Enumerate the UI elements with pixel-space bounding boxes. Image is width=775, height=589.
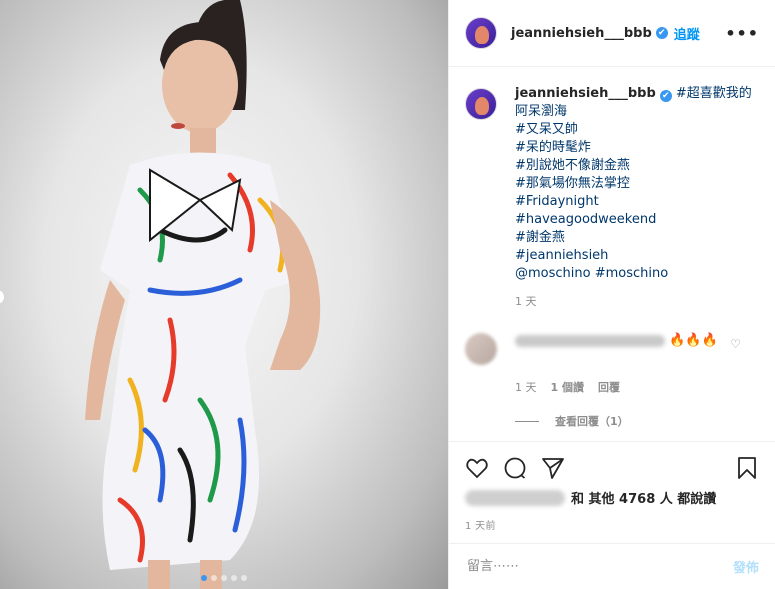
carousel-dot xyxy=(221,575,227,581)
view-replies-label: 查看回覆（1） xyxy=(555,415,629,428)
comment-text: 🔥🔥🔥 xyxy=(515,333,718,365)
comment: 🔥🔥🔥 ♡ xyxy=(465,333,759,365)
carousel-dot xyxy=(211,575,217,581)
likes-summary[interactable]: 和 其他 4768 人 都說讚 xyxy=(465,488,759,507)
hashtag-link[interactable]: #那氣場你無法掌控 xyxy=(515,175,759,193)
post-comment-button[interactable]: 發佈 xyxy=(733,557,759,576)
post-timestamp: 1 天前 xyxy=(465,521,496,532)
comment-body: 🔥🔥🔥 xyxy=(669,333,718,348)
more-options-icon[interactable]: ••• xyxy=(725,24,759,43)
post-actions: 和 其他 4768 人 都說讚 1 天前 xyxy=(449,441,775,543)
hashtag-link[interactable]: #haveagoodweekend xyxy=(515,211,759,229)
mention-link[interactable]: @moschino xyxy=(515,266,591,281)
comments-section: jeanniehsieh___bbb ✔ #超喜歡我的阿呆瀏海 #又呆又帥 #呆的… xyxy=(449,67,775,441)
view-replies-button[interactable]: 查看回覆（1） xyxy=(515,413,759,429)
avatar[interactable] xyxy=(465,333,497,365)
caption-text: jeanniehsieh___bbb ✔ #超喜歡我的阿呆瀏海 #又呆又帥 #呆的… xyxy=(515,85,759,311)
comment-input[interactable] xyxy=(465,558,733,575)
like-comment-icon[interactable]: ♡ xyxy=(730,337,741,351)
reply-button[interactable]: 回覆 xyxy=(598,379,620,395)
hashtag-link[interactable]: #jeanniehsieh xyxy=(515,247,759,265)
caption: jeanniehsieh___bbb ✔ #超喜歡我的阿呆瀏海 #又呆又帥 #呆的… xyxy=(465,85,759,311)
share-icon[interactable] xyxy=(541,456,565,480)
hashtag-link[interactable]: #呆的時髦炸 xyxy=(515,139,759,157)
post-sidebar: jeanniehsieh___bbb ✔ 追蹤 ••• jeanniehsieh… xyxy=(448,0,775,589)
hashtag-link[interactable]: #又呆又帥 xyxy=(515,121,759,139)
hashtag-link[interactable]: #謝金燕 xyxy=(515,229,759,247)
verified-icon: ✔ xyxy=(659,90,672,102)
save-icon[interactable] xyxy=(735,456,759,480)
comment-icon[interactable] xyxy=(503,456,527,480)
add-comment-bar: 發佈 xyxy=(449,543,775,589)
verified-icon: ✔ xyxy=(655,27,668,39)
post-image[interactable] xyxy=(0,0,448,589)
likes-text: 和 其他 4768 人 都說讚 xyxy=(571,492,717,507)
carousel-dot xyxy=(201,575,207,581)
caption-username[interactable]: jeanniehsieh___bbb xyxy=(515,86,656,101)
hashtag-link[interactable]: #別說她不像謝金燕 xyxy=(515,157,759,175)
comment-meta: 1 天 1 個讚 回覆 xyxy=(515,379,759,395)
comment-age: 1 天 xyxy=(515,381,537,394)
heart-icon[interactable] xyxy=(465,456,489,480)
liker-avatars xyxy=(465,489,565,506)
hashtag-link[interactable]: #Fridaynight xyxy=(515,193,759,211)
hashtag-link[interactable]: #moschino xyxy=(595,266,668,281)
comment-username[interactable] xyxy=(515,334,665,347)
carousel-dots xyxy=(0,575,448,581)
photo-illustration xyxy=(85,0,321,589)
comment-likes[interactable]: 1 個讚 xyxy=(551,379,584,395)
username[interactable]: jeanniehsieh___bbb xyxy=(511,26,652,41)
divider xyxy=(515,420,539,422)
follow-button[interactable]: 追蹤 xyxy=(674,24,700,43)
avatar[interactable] xyxy=(465,17,497,49)
carousel-dot xyxy=(231,575,237,581)
caption-age: 1 天 xyxy=(515,295,537,308)
avatar[interactable] xyxy=(465,88,497,120)
carousel-dot xyxy=(241,575,247,581)
post-header: jeanniehsieh___bbb ✔ 追蹤 ••• xyxy=(449,0,775,67)
